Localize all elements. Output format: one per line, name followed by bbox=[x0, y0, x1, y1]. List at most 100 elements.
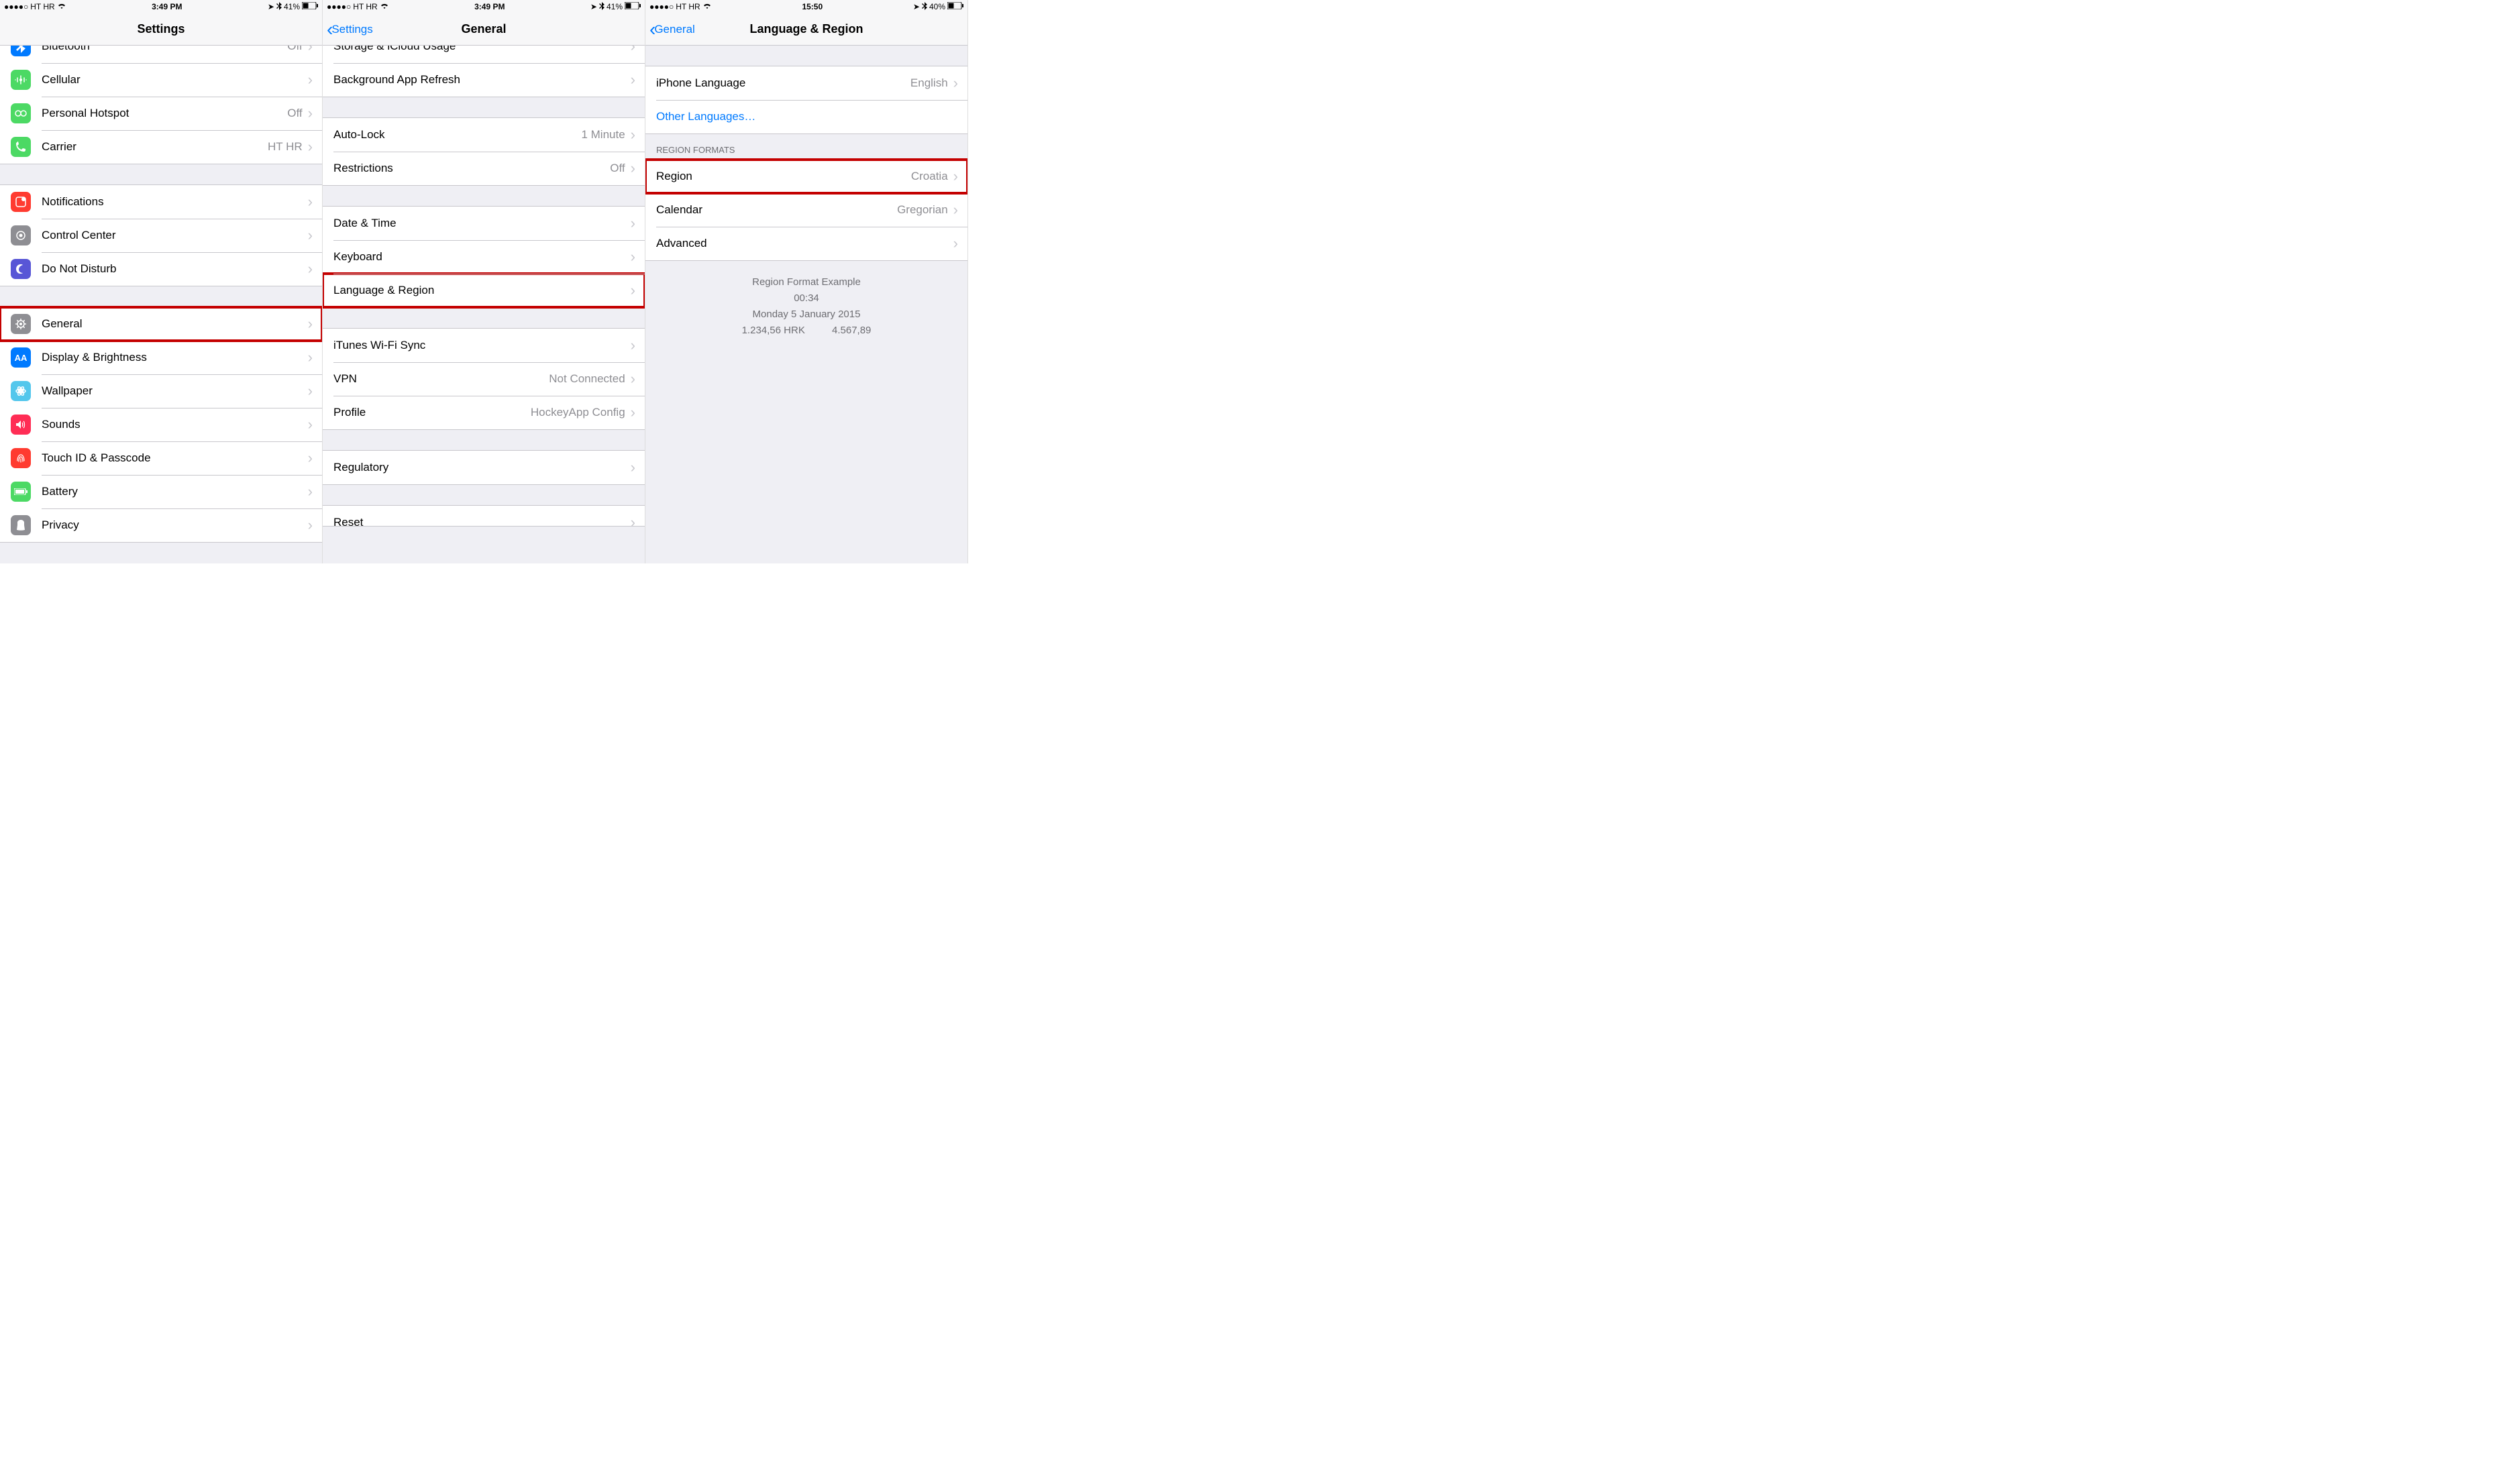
page-title: Settings bbox=[137, 22, 185, 36]
signal-dots-icon: ●●●●○ bbox=[649, 2, 674, 11]
row-storage[interactable]: Storage & iCloud Usage › bbox=[323, 46, 645, 63]
battery-icon bbox=[302, 2, 318, 11]
nav-bar: ‹ Settings General bbox=[323, 13, 645, 46]
row-hotspot[interactable]: Personal Hotspot Off › bbox=[0, 97, 322, 130]
battery-icon bbox=[625, 2, 641, 11]
row-label: Background App Refresh bbox=[333, 73, 460, 87]
row-privacy[interactable]: Privacy › bbox=[0, 508, 322, 542]
row-label: Display & Brightness bbox=[42, 351, 147, 364]
row-battery[interactable]: Battery › bbox=[0, 475, 322, 508]
location-icon: ➤ bbox=[268, 2, 274, 11]
example-date: Monday 5 January 2015 bbox=[652, 307, 961, 323]
row-vpn[interactable]: VPN Not Connected › bbox=[323, 362, 645, 396]
status-time: 3:49 PM bbox=[152, 2, 182, 11]
touchid-icon bbox=[11, 448, 31, 468]
row-touchid[interactable]: Touch ID & Passcode › bbox=[0, 441, 322, 475]
row-label: Battery bbox=[42, 485, 78, 498]
row-label: Advanced bbox=[656, 237, 707, 250]
hotspot-icon bbox=[11, 103, 31, 123]
row-reset[interactable]: Reset › bbox=[323, 506, 645, 526]
row-wallpaper[interactable]: Wallpaper › bbox=[0, 374, 322, 408]
row-keyboard[interactable]: Keyboard › bbox=[323, 240, 645, 274]
row-notifications[interactable]: Notifications › bbox=[0, 185, 322, 219]
carrier-label: HT HR bbox=[676, 2, 700, 11]
battery-app-icon bbox=[11, 482, 31, 502]
chevron-right-icon: › bbox=[631, 215, 635, 232]
row-display[interactable]: AA Display & Brightness › bbox=[0, 341, 322, 374]
row-control-center[interactable]: Control Center › bbox=[0, 219, 322, 252]
chevron-right-icon: › bbox=[953, 235, 958, 252]
back-button[interactable]: ‹ Settings bbox=[327, 13, 373, 45]
wifi-icon bbox=[380, 2, 389, 11]
row-bg-refresh[interactable]: Background App Refresh › bbox=[323, 63, 645, 97]
chevron-right-icon: › bbox=[308, 449, 313, 467]
row-general[interactable]: General › bbox=[0, 307, 322, 341]
dnd-icon bbox=[11, 259, 31, 279]
row-profile[interactable]: Profile HockeyApp Config › bbox=[323, 396, 645, 429]
status-bar: ●●●●○ HT HR 3:49 PM ➤ 41% bbox=[0, 0, 322, 13]
location-icon: ➤ bbox=[590, 2, 597, 11]
wifi-icon bbox=[57, 2, 66, 11]
status-bar: ●●●●○ HT HR 3:49 PM ➤ 41% bbox=[323, 0, 645, 13]
row-calendar[interactable]: Calendar Gregorian › bbox=[645, 193, 967, 227]
chevron-right-icon: › bbox=[308, 260, 313, 278]
section-header: REGION FORMATS bbox=[645, 134, 967, 159]
row-other-languages[interactable]: Other Languages… bbox=[645, 100, 967, 133]
back-label: General bbox=[654, 23, 694, 36]
nav-bar: Settings bbox=[0, 13, 322, 46]
control-center-icon bbox=[11, 225, 31, 245]
chevron-right-icon: › bbox=[631, 514, 635, 531]
row-sounds[interactable]: Sounds › bbox=[0, 408, 322, 441]
row-value: Gregorian bbox=[897, 203, 948, 217]
row-iphone-language[interactable]: iPhone Language English › bbox=[645, 66, 967, 100]
row-advanced[interactable]: Advanced › bbox=[645, 227, 967, 260]
battery-pct: 41% bbox=[607, 2, 623, 11]
row-label: Storage & iCloud Usage bbox=[333, 46, 456, 53]
wifi-icon bbox=[702, 2, 712, 11]
chevron-right-icon: › bbox=[308, 349, 313, 366]
example-num1: 1.234,56 HRK bbox=[742, 323, 805, 339]
row-region[interactable]: Region Croatia › bbox=[645, 160, 967, 193]
status-time: 3:49 PM bbox=[474, 2, 505, 11]
battery-pct: 41% bbox=[284, 2, 300, 11]
back-label: Settings bbox=[331, 23, 372, 36]
row-label: Region bbox=[656, 170, 692, 183]
row-label: Profile bbox=[333, 406, 366, 419]
row-carrier[interactable]: Carrier HT HR › bbox=[0, 130, 322, 164]
back-button[interactable]: ‹ General bbox=[649, 13, 695, 45]
row-label: Date & Time bbox=[333, 217, 397, 230]
row-autolock[interactable]: Auto-Lock 1 Minute › bbox=[323, 118, 645, 152]
chevron-right-icon: › bbox=[631, 71, 635, 89]
row-cellular[interactable]: Cellular › bbox=[0, 63, 322, 97]
chevron-right-icon: › bbox=[308, 416, 313, 433]
chevron-right-icon: › bbox=[308, 46, 313, 55]
row-label: Do Not Disturb bbox=[42, 262, 116, 276]
row-value: 1 Minute bbox=[581, 128, 625, 142]
row-label: Notifications bbox=[42, 195, 104, 209]
row-date-time[interactable]: Date & Time › bbox=[323, 207, 645, 240]
page-title: General bbox=[461, 22, 506, 36]
row-label: iTunes Wi-Fi Sync bbox=[333, 339, 425, 352]
cellular-icon bbox=[11, 70, 31, 90]
chevron-right-icon: › bbox=[308, 516, 313, 534]
row-value: Off bbox=[610, 162, 625, 175]
carrier-label: HT HR bbox=[353, 2, 377, 11]
row-label: Personal Hotspot bbox=[42, 107, 129, 120]
chevron-right-icon: › bbox=[953, 74, 958, 92]
chevron-right-icon: › bbox=[308, 227, 313, 244]
status-bar: ●●●●○ HT HR 15:50 ➤ 40% bbox=[645, 0, 967, 13]
row-language-region[interactable]: Language & Region › bbox=[323, 274, 645, 307]
chevron-right-icon: › bbox=[308, 71, 313, 89]
settings-pane: ●●●●○ HT HR 3:49 PM ➤ 41% Settings bbox=[0, 0, 323, 563]
row-label: Control Center bbox=[42, 229, 116, 242]
row-value: Off bbox=[287, 107, 302, 120]
row-itunes-sync[interactable]: iTunes Wi-Fi Sync › bbox=[323, 329, 645, 362]
row-label: Sounds bbox=[42, 418, 81, 431]
row-dnd[interactable]: Do Not Disturb › bbox=[0, 252, 322, 286]
row-restrictions[interactable]: Restrictions Off › bbox=[323, 152, 645, 185]
row-label: Privacy bbox=[42, 518, 79, 532]
row-bluetooth[interactable]: Bluetooth Off › bbox=[0, 46, 322, 63]
row-regulatory[interactable]: Regulatory › bbox=[323, 451, 645, 484]
chevron-right-icon: › bbox=[631, 282, 635, 299]
row-label: Auto-Lock bbox=[333, 128, 385, 142]
